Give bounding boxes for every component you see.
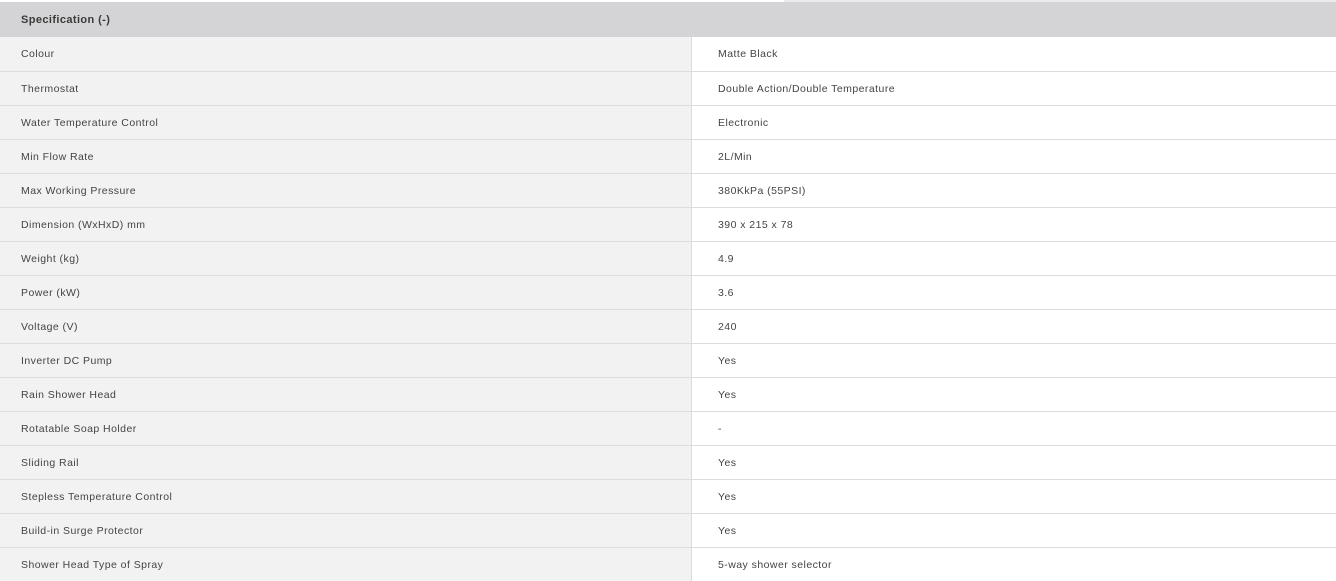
row-value: Yes	[692, 446, 1336, 479]
table-row: Build-in Surge Protector Yes	[0, 513, 1336, 547]
row-label: Sliding Rail	[0, 446, 692, 479]
table-row: Rotatable Soap Holder -	[0, 411, 1336, 445]
row-value: Yes	[692, 344, 1336, 377]
row-value: 2L/Min	[692, 140, 1336, 173]
row-label: Inverter DC Pump	[0, 344, 692, 377]
table-row: Voltage (V) 240	[0, 309, 1336, 343]
table-row: Colour Matte Black	[0, 37, 1336, 71]
row-value: -	[692, 412, 1336, 445]
table-row: Stepless Temperature Control Yes	[0, 479, 1336, 513]
specification-header[interactable]: Specification (-)	[0, 2, 1336, 37]
table-row: Sliding Rail Yes	[0, 445, 1336, 479]
table-row: Power (kW) 3.6	[0, 275, 1336, 309]
row-label: Colour	[0, 37, 692, 71]
specification-rows: Colour Matte Black Thermostat Double Act…	[0, 37, 1336, 581]
row-label: Shower Head Type of Spray	[0, 548, 692, 581]
table-row: Weight (kg) 4.9	[0, 241, 1336, 275]
row-value: Electronic	[692, 106, 1336, 139]
row-label: Voltage (V)	[0, 310, 692, 343]
row-value: Double Action/Double Temperature	[692, 72, 1336, 105]
row-label: Thermostat	[0, 72, 692, 105]
specification-table: Specification (-) Colour Matte Black The…	[0, 2, 1336, 581]
row-value: 5-way shower selector	[692, 548, 1336, 581]
table-row: Inverter DC Pump Yes	[0, 343, 1336, 377]
row-value: 4.9	[692, 242, 1336, 275]
specification-header-title: Specification (-)	[21, 13, 111, 26]
row-label: Rain Shower Head	[0, 378, 692, 411]
row-label: Weight (kg)	[0, 242, 692, 275]
row-value: 240	[692, 310, 1336, 343]
row-value: Yes	[692, 480, 1336, 513]
table-row: Min Flow Rate 2L/Min	[0, 139, 1336, 173]
row-value: 390 x 215 x 78	[692, 208, 1336, 241]
row-value: Yes	[692, 514, 1336, 547]
row-label: Max Working Pressure	[0, 174, 692, 207]
row-value: Yes	[692, 378, 1336, 411]
table-row: Dimension (WxHxD) mm 390 x 215 x 78	[0, 207, 1336, 241]
row-value: 3.6	[692, 276, 1336, 309]
table-row: Water Temperature Control Electronic	[0, 105, 1336, 139]
row-value: Matte Black	[692, 37, 1336, 71]
row-label: Stepless Temperature Control	[0, 480, 692, 513]
row-label: Build-in Surge Protector	[0, 514, 692, 547]
table-row: Thermostat Double Action/Double Temperat…	[0, 71, 1336, 105]
row-label: Dimension (WxHxD) mm	[0, 208, 692, 241]
row-label: Rotatable Soap Holder	[0, 412, 692, 445]
row-value: 380KkPa (55PSI)	[692, 174, 1336, 207]
table-row: Shower Head Type of Spray 5-way shower s…	[0, 547, 1336, 581]
row-label: Power (kW)	[0, 276, 692, 309]
row-label: Water Temperature Control	[0, 106, 692, 139]
table-row: Rain Shower Head Yes	[0, 377, 1336, 411]
row-label: Min Flow Rate	[0, 140, 692, 173]
table-row: Max Working Pressure 380KkPa (55PSI)	[0, 173, 1336, 207]
